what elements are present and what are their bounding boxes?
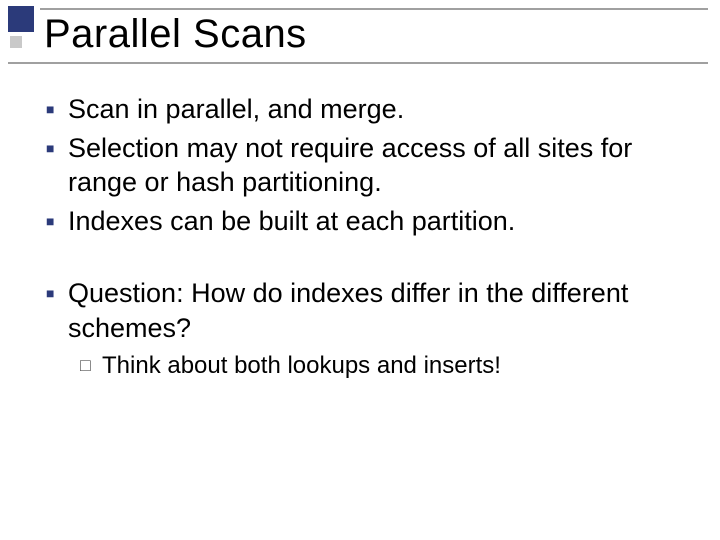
slide-body: ■ Scan in parallel, and merge. ■ Selecti… bbox=[46, 92, 680, 382]
square-bullet-icon: ■ bbox=[46, 92, 68, 127]
corner-square-large-icon bbox=[8, 6, 34, 32]
bullet-text: Scan in parallel, and merge. bbox=[68, 92, 680, 127]
square-bullet-icon: ■ bbox=[46, 204, 68, 239]
square-bullet-icon: ■ bbox=[46, 276, 68, 345]
bullet-text: Indexes can be built at each partition. bbox=[68, 204, 680, 239]
square-bullet-icon: ■ bbox=[46, 131, 68, 200]
corner-square-small-icon bbox=[10, 36, 22, 48]
bullet-text: Question: How do indexes differ in the d… bbox=[68, 276, 680, 345]
bullet-item: ■ Selection may not require access of al… bbox=[46, 131, 680, 200]
bullet-item: ■ Indexes can be built at each partition… bbox=[46, 204, 680, 239]
bullet-item: ■ Question: How do indexes differ in the… bbox=[46, 276, 680, 345]
bullet-item: ■ Scan in parallel, and merge. bbox=[46, 92, 680, 127]
rule-top bbox=[40, 8, 708, 10]
sub-bullet-item: □ Think about both lookups and inserts! bbox=[80, 351, 680, 382]
spacer bbox=[46, 242, 680, 276]
bullet-text: Selection may not require access of all … bbox=[68, 131, 680, 200]
slide-title: Parallel Scans bbox=[44, 12, 700, 57]
rule-under-title bbox=[8, 62, 708, 64]
hollow-square-bullet-icon: □ bbox=[80, 351, 102, 382]
sub-bullet-text: Think about both lookups and inserts! bbox=[102, 351, 680, 382]
slide: Parallel Scans ■ Scan in parallel, and m… bbox=[0, 0, 720, 540]
